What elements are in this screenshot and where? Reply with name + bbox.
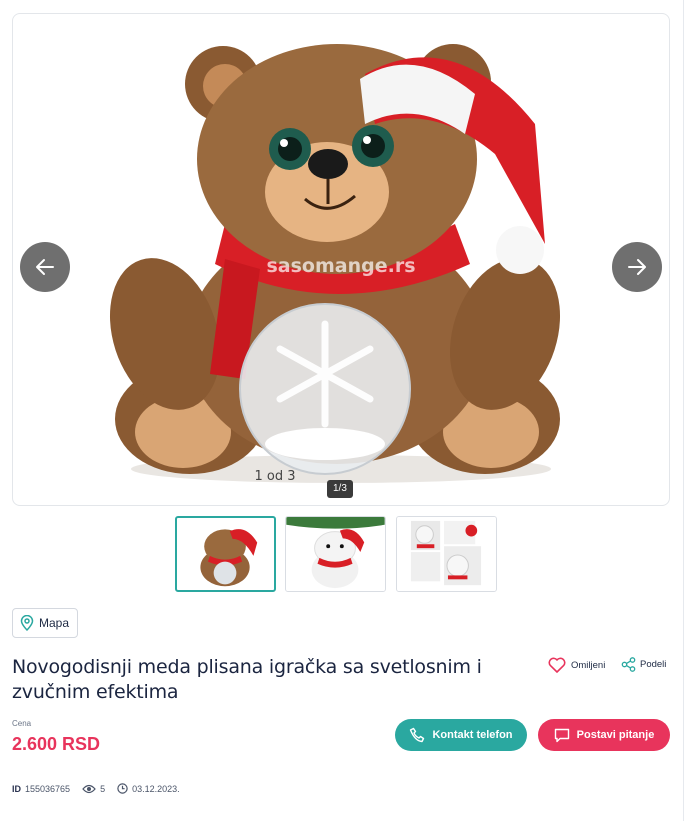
image-counter: 1/3 — [327, 480, 353, 498]
listing-meta: ID 155036765 5 03.12.2023. — [12, 783, 180, 794]
image-gallery: sasomange.rs 1 od 3 1/3 — [12, 13, 670, 506]
listing-date: 03.12.2023. — [132, 783, 180, 794]
thumbnail-2[interactable] — [285, 516, 386, 592]
heart-icon — [548, 657, 566, 673]
id-label: ID — [12, 783, 21, 794]
view-count: 5 — [100, 783, 106, 794]
listing-id: 155036765 — [25, 783, 71, 794]
thumbnail-1[interactable] — [175, 516, 276, 592]
image-caption: 1 od 3 — [254, 469, 295, 484]
chat-bubble-icon — [554, 728, 569, 742]
ask-question-button[interactable]: Postavi pitanje — [538, 719, 670, 751]
map-label: Mapa — [39, 616, 70, 630]
listing-title: Novogodisnji meda plisana igračka sa sve… — [12, 656, 482, 703]
price-label: Cena — [12, 719, 32, 728]
thumbnail-strip — [0, 516, 684, 592]
phone-icon — [410, 727, 425, 743]
contact-phone-button[interactable]: Kontakt telefon — [395, 719, 527, 751]
thumbnail-3[interactable] — [396, 516, 497, 592]
date-group: 03.12.2023. — [117, 783, 180, 794]
map-button[interactable]: Mapa — [12, 608, 79, 638]
views-group: 5 — [82, 784, 105, 794]
share-label: Podeli — [640, 659, 667, 670]
main-product-image[interactable]: sasomange.rs 1 od 3 — [75, 14, 607, 505]
watermark: sasomange.rs — [266, 255, 415, 277]
price-value: 2.600 RSD — [12, 734, 101, 754]
share-icon — [621, 657, 636, 672]
arrow-right-icon — [628, 259, 646, 275]
arrow-left-icon — [36, 259, 54, 275]
share-button[interactable]: Podeli — [621, 657, 666, 672]
contact-phone-label: Kontakt telefon — [432, 729, 513, 741]
previous-image-button[interactable] — [20, 242, 70, 292]
clock-icon — [117, 783, 128, 794]
favorite-label: Omiljeni — [571, 659, 606, 671]
next-image-button[interactable] — [612, 242, 662, 292]
favorite-button[interactable]: Omiljeni — [548, 657, 605, 673]
location-pin-icon — [20, 615, 34, 631]
ask-question-label: Postavi pitanje — [576, 729, 655, 741]
eye-icon — [82, 784, 96, 793]
